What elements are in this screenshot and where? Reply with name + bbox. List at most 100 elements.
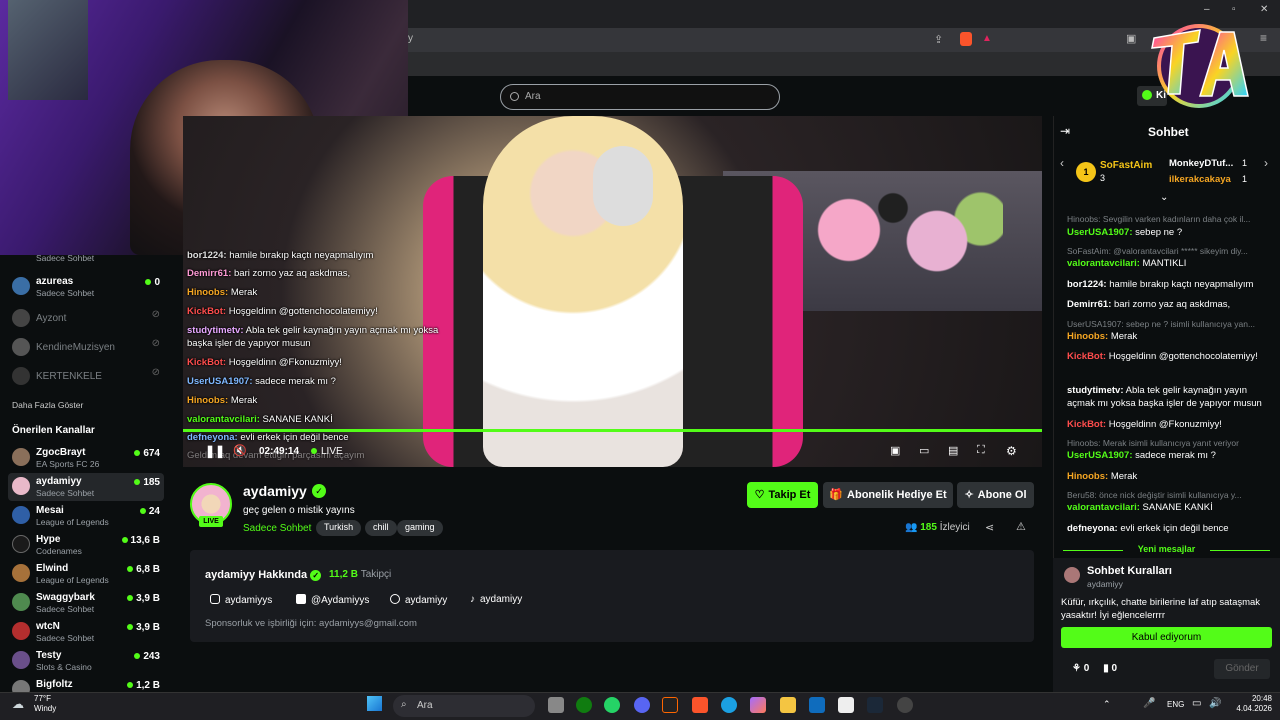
sidebar-item-kertenkele[interactable]: KERTENKELE ⊘ <box>8 363 164 391</box>
sidebar-item-testy[interactable]: Testy Slots & Casino 243 <box>8 647 164 675</box>
pause-icon[interactable]: ❚❚ <box>205 444 225 458</box>
viewer-count-value: 13,6 B <box>130 535 160 546</box>
file-explorer-icon[interactable] <box>780 697 796 713</box>
viewer-count: 👥 185 İzleyici <box>905 522 970 533</box>
minimize-icon[interactable]: – <box>1204 4 1214 15</box>
mute-icon[interactable]: 🔇 <box>233 444 247 458</box>
top-gifter-name[interactable]: SoFastAim <box>1100 160 1152 171</box>
top-gifter-name[interactable]: MonkeyDTuf... <box>1169 158 1233 169</box>
channel-name[interactable]: aydamiyy <box>243 483 307 499</box>
share-icon[interactable]: ⇪ <box>934 33 943 46</box>
tiktok-icon: ♪ <box>470 594 475 605</box>
close-icon[interactable]: ✕ <box>1260 4 1270 15</box>
fullscreen-icon[interactable]: ⛶ <box>977 444 991 458</box>
sidebar-item-mesai[interactable]: Mesai League of Legends 24 <box>8 502 164 530</box>
windows-start-icon[interactable] <box>367 696 382 711</box>
search-icon <box>510 92 519 101</box>
points-icon: ⚘ <box>1072 663 1081 674</box>
app-icon[interactable] <box>662 697 678 713</box>
sidebar-item-partial[interactable]: Sadece Sohbet <box>8 249 164 267</box>
youtube-link[interactable]: @Aydamiyys <box>296 594 369 606</box>
gift-subscription-button[interactable]: 🎁 Abonelik Hediye Et <box>823 482 953 508</box>
report-icon[interactable]: ⚠ <box>1016 520 1026 533</box>
network-icon[interactable]: ▭ <box>1192 698 1201 709</box>
language-indicator[interactable]: ENG <box>1167 700 1184 709</box>
live-badge: LIVE <box>199 516 223 527</box>
tag-turkish[interactable]: Turkish <box>316 520 362 536</box>
system-clock[interactable]: 20:48 4.04.2026 <box>1232 694 1272 714</box>
pip-icon[interactable]: ▤ <box>948 444 962 458</box>
follow-button[interactable]: ♡ Takip Et <box>747 482 818 508</box>
task-view-icon[interactable] <box>548 697 564 713</box>
outlook-icon[interactable] <box>809 697 825 713</box>
copilot-icon[interactable] <box>750 697 766 713</box>
sidebar-item-aydamiyy[interactable]: aydamiyy Sadece Sohbet 185 <box>8 473 164 501</box>
chevron-up-icon[interactable]: ⌃ <box>1103 699 1111 710</box>
discord-link[interactable]: aydamiyy <box>390 594 447 606</box>
sidebar-item-sub: EA Sports FC 26 <box>36 459 100 469</box>
theater-icon[interactable]: ▭ <box>919 444 933 458</box>
brave-icon[interactable] <box>692 697 708 713</box>
discord-handle: aydamiyy <box>405 595 448 606</box>
brave-rewards-icon[interactable]: ▲ <box>982 33 992 44</box>
overlay-chat-line: studytimetv: Abla tek gelir kaynağın yay… <box>187 325 439 336</box>
sidebar-item-wtcn[interactable]: wtcN Sadece Sohbet 3,9 B <box>8 618 164 646</box>
instagram-link[interactable]: aydamiyys <box>210 594 272 606</box>
share-icon[interactable]: ⋖ <box>985 521 994 534</box>
taskbar-search[interactable]: ⌕ Ara <box>393 695 535 717</box>
overlay-chat-line: KickBot: Hoşgeldinn @gottenchocolatemiyy… <box>187 306 378 317</box>
live-dot-icon <box>134 479 141 486</box>
top-gifter-name[interactable]: ilkerakcakaya <box>1169 174 1231 185</box>
whatsapp-icon[interactable] <box>604 697 620 713</box>
volume-icon[interactable]: 🔊 <box>1209 698 1221 709</box>
xbox-icon[interactable] <box>576 697 592 713</box>
maximize-icon[interactable]: ▫ <box>1232 4 1242 15</box>
live-indicator: LIVE <box>311 446 343 457</box>
tiktok-link[interactable]: ♪ aydamiyy <box>470 594 522 605</box>
clip-icon[interactable]: ▣ <box>890 444 904 458</box>
live-label: LIVE <box>321 446 343 457</box>
sidebar-item-kendinemuzisyen[interactable]: KendineMuzisyen ⊘ <box>8 334 164 362</box>
sidebar-item-bigfoltz[interactable]: Bigfoltz 1,2 B <box>8 676 164 692</box>
weather-widget[interactable]: 77°F Windy <box>34 694 56 714</box>
sidebar-item-ayzont[interactable]: Ayzont ⊘ <box>8 305 164 333</box>
about-title-text: aydamiyy Hakkında <box>205 569 308 581</box>
taskbar-search-label: Ara <box>417 700 433 711</box>
chevron-left-icon[interactable]: ‹ <box>1060 156 1064 170</box>
collapse-chat-icon[interactable]: ⇥ <box>1060 124 1070 138</box>
tag-gaming[interactable]: gaming <box>397 520 443 536</box>
sidebar-item-swaggybark[interactable]: Swaggybark Sadece Sohbet 3,9 B <box>8 589 164 617</box>
sidebar-item-name: Ayzont <box>36 313 67 324</box>
viewer-count: 3,9 B <box>127 593 160 604</box>
sidebar-item-zgocbrayt[interactable]: ZgocBrayt EA Sports FC 26 674 <box>8 444 164 472</box>
about-title: aydamiyy Hakkında ✓ <box>205 569 322 581</box>
expand-icon[interactable]: ⌄ <box>1160 192 1168 203</box>
new-messages-divider[interactable]: Yeni mesajlar <box>1063 544 1270 556</box>
store-icon[interactable] <box>838 697 854 713</box>
tiktok-handle: aydamiyy <box>480 594 523 605</box>
send-button[interactable]: Gönder <box>1214 659 1270 679</box>
sidebar-item-azureas[interactable]: azureas Sadece Sohbet 0 <box>8 273 164 301</box>
brave-shield-icon[interactable] <box>960 32 972 46</box>
settings-icon[interactable]: ⚙ <box>1006 444 1020 458</box>
subscribe-button[interactable]: ✧ Abone Ol <box>957 482 1034 508</box>
chevron-right-icon[interactable]: › <box>1264 156 1268 170</box>
stream-category[interactable]: Sadece Sohbet <box>243 523 311 534</box>
discord-icon[interactable] <box>634 697 650 713</box>
live-dot-icon <box>134 450 141 457</box>
chat-rules-text: Küfür, ırkçılık, chatte birilerine laf a… <box>1061 597 1261 621</box>
show-more-link[interactable]: Daha Fazla Göster <box>12 400 83 410</box>
steam-icon[interactable] <box>867 697 883 713</box>
search-input[interactable]: Ara <box>500 84 780 110</box>
sidebar-item-elwind[interactable]: Elwind League of Legends 6,8 B <box>8 560 164 588</box>
app-icon[interactable] <box>897 697 913 713</box>
video-progress-bar[interactable] <box>183 429 1042 432</box>
accept-rules-button[interactable]: Kabul ediyorum <box>1061 627 1272 648</box>
avatar <box>12 535 30 553</box>
sidebar-item-hype[interactable]: Hype Codenames 13,6 B <box>8 531 164 559</box>
tag-chill[interactable]: chill <box>365 520 397 536</box>
edge-icon[interactable] <box>721 697 737 713</box>
menu-icon[interactable]: ≡ <box>1260 31 1267 45</box>
sidebar-toggle-icon[interactable]: ▣ <box>1126 32 1136 45</box>
microphone-icon[interactable]: 🎤 <box>1143 698 1155 709</box>
